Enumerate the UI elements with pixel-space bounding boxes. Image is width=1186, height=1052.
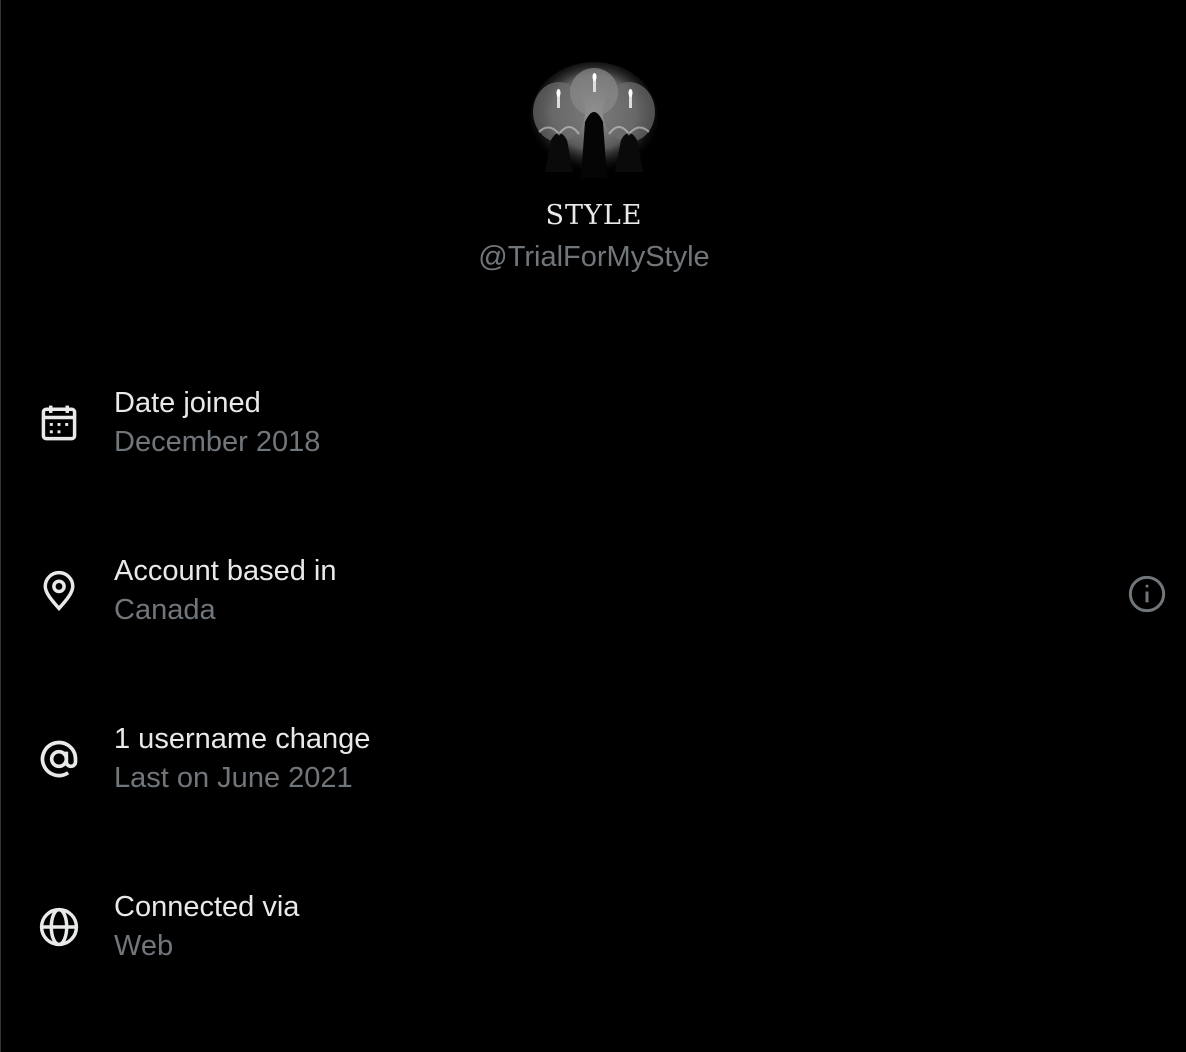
info-row-username-change: 1 username change Last on June 2021 [1, 712, 1186, 880]
info-title: Connected via [114, 891, 300, 923]
avatar[interactable] [529, 62, 659, 178]
at-sign-icon [40, 740, 78, 778]
info-value: December 2018 [114, 426, 321, 458]
info-title: Date joined [114, 387, 261, 419]
info-value: Canada [114, 594, 216, 626]
username-handle: @TrialForMyStyle [478, 241, 710, 273]
location-pin-icon [43, 570, 75, 612]
info-row-account-based-in: Account based in Canada [1, 544, 1186, 712]
profile-header: STYLE @TrialForMyStyle [1, 62, 1186, 274]
calendar-icon [41, 405, 77, 441]
info-title: 1 username change [114, 723, 371, 755]
info-icon[interactable] [1127, 574, 1167, 614]
display-name: STYLE [545, 200, 643, 231]
info-text: Date joined December 2018 [114, 384, 320, 462]
info-text: 1 username change Last on June 2021 [114, 720, 370, 798]
info-text: Account based in Canada [114, 552, 336, 630]
info-value: Last on June 2021 [114, 762, 353, 794]
info-row-date-joined: Date joined December 2018 [1, 376, 1186, 544]
info-title: Account based in [114, 555, 337, 587]
about-account-panel: STYLE @TrialForMyStyle Date joined Decem… [0, 0, 1186, 1052]
globe-icon [39, 907, 79, 947]
info-value: Web [114, 930, 174, 962]
info-text: Connected via Web [114, 888, 299, 966]
account-info-list: Date joined December 2018 Account based … [1, 376, 1186, 1048]
info-row-connected-via: Connected via Web [1, 880, 1186, 1048]
